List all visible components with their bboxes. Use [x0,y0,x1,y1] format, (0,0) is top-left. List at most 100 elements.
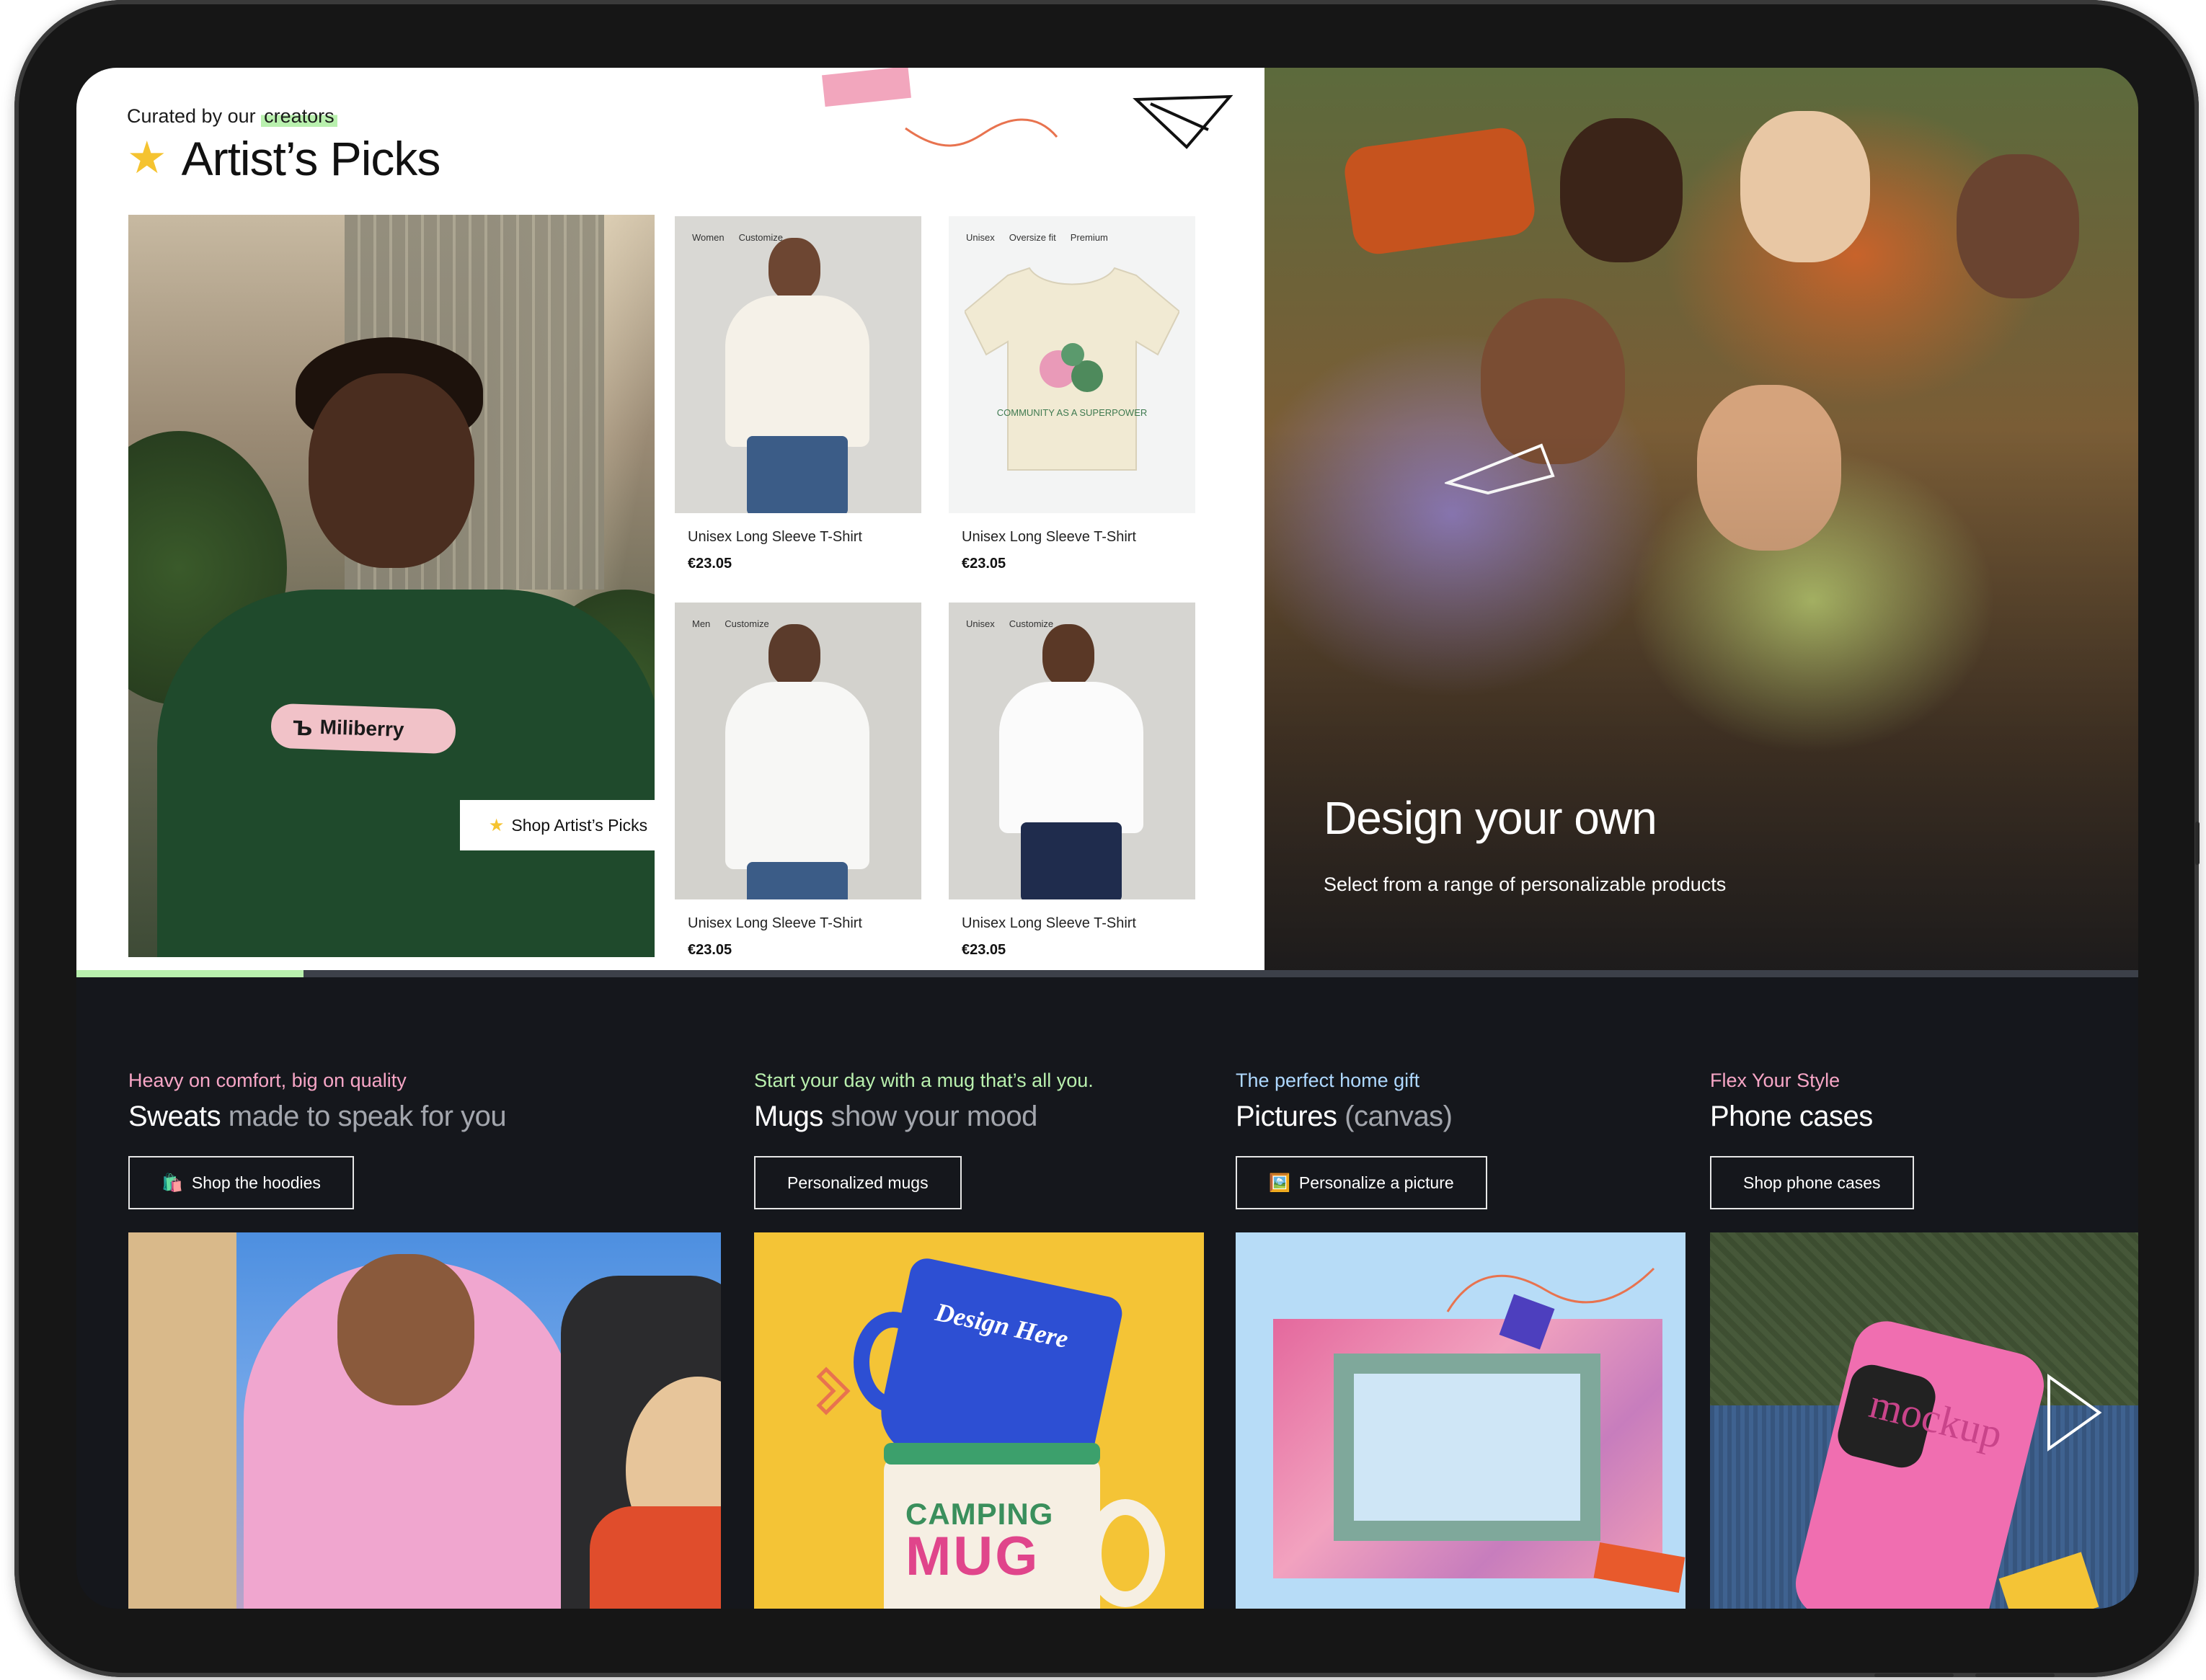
picture-icon: 🖼️ [1269,1173,1290,1193]
model-head [768,624,820,688]
brand-name: Miliberry [319,715,404,741]
product-name[interactable]: Unisex Long Sleeve T-Shirt [675,529,921,546]
model-white-tee [999,682,1143,833]
person-image [128,1232,236,1609]
screen: Curated by our creators ★ Artist’s Picks… [76,68,2138,1609]
shopping-bag-icon: 🛍️ [161,1173,183,1193]
tshirt-print-text: COMMUNITY AS A SUPERPOWER [997,407,1148,418]
model-head [768,238,820,301]
category-sweats: Heavy on comfort, big on quality Sweats … [128,1070,507,1209]
category-headline: Pictures (canvas) [1236,1101,1487,1133]
model-jeans [1021,822,1122,899]
miliberry-brand-tag: ъ Miliberry [270,703,457,755]
product-image[interactable]: Women Customize [675,216,921,513]
mug-print-line: MUG [905,1526,1040,1587]
design-your-own-banner[interactable]: Design your own Select from a range of p… [1264,68,2138,970]
category-headline: Sweats made to speak for you [128,1101,507,1133]
product-price: €23.05 [962,942,1006,958]
product-tag: Customize [1009,618,1054,629]
product-tag: Customize [738,232,783,243]
category-pictures: The perfect home gift Pictures (canvas) … [1236,1070,1487,1209]
product-price: €23.05 [688,942,732,958]
category-phone-cases: Flex Your Style Phone cases Shop phone c… [1710,1070,1914,1209]
product-price: €23.05 [688,556,732,572]
category-kicker: Start your day with a mug that’s all you… [754,1070,1094,1091]
star-icon: ★ [127,133,167,183]
doodle-decoration [2047,1374,2102,1452]
doodle-decoration [822,68,1233,149]
shop-hoodies-label: Shop the hoodies [191,1173,321,1192]
product-card[interactable]: Women Customize Unisex Long Sleeve T-Shi… [675,216,921,572]
tshirt-flat-image: COMMUNITY AS A SUPERPOWER [965,267,1179,471]
category-headline-strong: Mugs [754,1101,823,1132]
product-image[interactable]: Unisex Oversize fit Premium COMMUNITY AS… [949,216,1195,513]
category-headline-strong: Phone cases [1710,1101,1873,1132]
mug-print-text: CAMPING MUG [905,1499,1053,1584]
product-name[interactable]: Unisex Long Sleeve T-Shirt [949,529,1195,546]
product-tag: Oversize fit [1009,232,1056,243]
tablet-bottom-button [1874,1674,1954,1677]
product-tags: Men Customize [692,618,769,629]
personalize-picture-label: Personalize a picture [1298,1173,1454,1192]
shop-hoodies-button[interactable]: 🛍️ Shop the hoodies [128,1156,354,1209]
mug-image [884,1443,1100,1465]
eyebrow-highlight: creators [261,105,337,127]
carousel-progress-bar[interactable] [76,970,2138,977]
artists-picks-section: Curated by our creators ★ Artist’s Picks… [76,68,1264,970]
shop-phone-cases-label: Shop phone cases [1743,1173,1881,1192]
canvas-image[interactable] [1236,1232,1685,1609]
design-your-own-text: Design your own Select from a range of p… [1324,791,1726,896]
person-face [337,1254,474,1405]
personalized-mugs-label: Personalized mugs [787,1173,929,1192]
model-head [1042,624,1094,688]
tablet-bottom-button [1975,1674,2055,1677]
product-card[interactable]: Unisex Customize Unisex Long Sleeve T-Sh… [949,603,1195,959]
artists-picks-heading: ★ Artist’s Picks [127,131,440,186]
personalize-picture-button[interactable]: 🖼️ Personalize a picture [1236,1156,1487,1209]
tablet-side-button [2195,822,2200,865]
product-image[interactable]: Men Customize [675,603,921,899]
category-headline-strong: Sweats [128,1101,221,1132]
phone-case-image[interactable]: mockup [1710,1232,2138,1609]
eyebrow-prefix: Curated by our [127,105,256,127]
category-kicker: Heavy on comfort, big on quality [128,1070,407,1091]
model-white-longsleeve [725,682,869,869]
model-green-tshirt [157,590,655,957]
person-image [590,1506,721,1609]
category-mugs: Start your day with a mug that’s all you… [754,1070,1094,1209]
product-name[interactable]: Unisex Long Sleeve T-Shirt [675,915,921,932]
hoodies-image[interactable] [128,1232,721,1609]
product-card[interactable]: Unisex Oversize fit Premium COMMUNITY AS… [949,216,1195,572]
brand-logo-icon: ъ [292,711,314,742]
product-tag: Premium [1070,232,1108,243]
shop-phone-cases-button[interactable]: Shop phone cases [1710,1156,1914,1209]
product-tag: Women [692,232,725,243]
canvas-frame-image [1334,1354,1600,1541]
category-kicker: The perfect home gift [1236,1070,1420,1091]
carousel-progress-thumb[interactable] [76,970,304,977]
mugs-image[interactable]: Design Here CAMPING MUG [754,1232,1204,1609]
page-title: Artist’s Picks [181,132,441,185]
model-cream-tee [725,295,869,447]
product-tag: Men [692,618,711,629]
category-headline-muted: made to speak for you [228,1101,507,1132]
design-your-own-title[interactable]: Design your own [1324,791,1726,845]
personalized-mugs-button[interactable]: Personalized mugs [754,1156,962,1209]
product-card[interactable]: Men Customize Unisex Long Sleeve T-Shirt… [675,603,921,959]
product-image[interactable]: Unisex Customize [949,603,1195,899]
model-face [309,373,474,568]
product-tag: Customize [725,618,769,629]
shape-decoration [1593,1542,1685,1594]
star-icon: ★ [488,815,505,835]
shop-artists-picks-button[interactable]: ★ Shop Artist’s Picks [460,800,676,850]
product-price: €23.05 [962,556,1006,572]
doodle-decoration [1446,1267,1655,1312]
product-tags: Women Customize [692,232,783,243]
model-jeans [747,862,848,899]
shop-artists-picks-label: Shop Artist’s Picks [511,815,648,835]
model-jeans [747,436,848,513]
category-headline-muted: show your mood [830,1101,1037,1132]
product-tags: Unisex Customize [966,618,1053,629]
product-name[interactable]: Unisex Long Sleeve T-Shirt [949,915,1195,932]
design-your-own-subtitle: Select from a range of personalizable pr… [1324,874,1727,895]
